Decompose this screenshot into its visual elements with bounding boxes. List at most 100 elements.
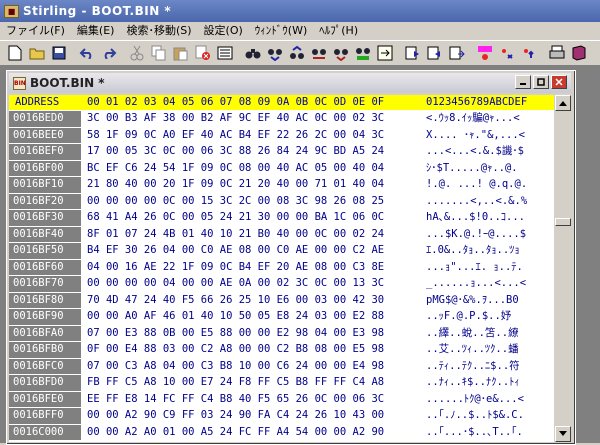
row-ascii[interactable]: ..ﾃｨ..ﾃｸ..ﾆ$..符 — [426, 359, 520, 375]
find-hex-icon[interactable] — [309, 43, 329, 63]
hex-row[interactable]: 0016BEF0 17 00 05 3C 0C 00 06 3C 88 26 84… — [9, 144, 554, 160]
row-ascii[interactable]: hA､&...$!0..ｺ... — [426, 210, 525, 226]
row-hex-bytes[interactable]: EE FF E8 14 FC FF C4 B8 40 F5 65 26 0C 0… — [87, 392, 384, 408]
hex-row[interactable]: 0016BF80 70 4D 47 24 40 F5 66 26 25 10 E6… — [9, 292, 554, 309]
menu-help[interactable]: ﾍﾙﾌﾟ(H) — [313, 23, 364, 39]
scroll-down-button[interactable] — [555, 426, 571, 442]
hex-row[interactable]: 0016BFF0 00 00 A2 90 C9 FF 03 24 90 FA C4… — [9, 408, 554, 424]
close-button[interactable] — [551, 75, 567, 89]
row-hex-bytes[interactable]: 21 80 40 00 20 1F 09 0C 21 20 40 00 71 0… — [87, 177, 384, 193]
macro-icon[interactable] — [475, 43, 495, 63]
row-hex-bytes[interactable]: 00 00 A2 A0 01 00 A5 24 FC FF A4 54 00 0… — [87, 425, 384, 441]
row-hex-bytes[interactable]: 8F 01 07 24 4B 01 40 10 21 B0 40 00 0C 0… — [87, 227, 384, 243]
row-hex-bytes[interactable]: 58 1F 09 0C A0 EF 40 AC B4 EF 22 26 2C 0… — [87, 128, 384, 144]
row-ascii[interactable]: !.@. ...! @.q.@. — [426, 177, 527, 193]
new-file-icon[interactable] — [5, 43, 25, 63]
hex-row[interactable]: 0016BFE0 EE FF E8 14 FC FF C4 B8 40 F5 65… — [9, 391, 554, 408]
run-macro-icon[interactable] — [519, 43, 539, 63]
row-hex-bytes[interactable]: 00 00 00 00 0C 00 15 3C 2C 00 08 3C 98 2… — [87, 194, 384, 210]
hex-row[interactable]: 0016BFD0 FB FF C5 A8 10 00 E7 24 F8 FF C5… — [9, 375, 554, 391]
row-ascii[interactable]: ..｢.ﾉ..$..ﾄ$&.C. — [426, 408, 524, 424]
row-ascii[interactable]: ｼ･$T.....@ｬ..@. — [426, 161, 518, 177]
select-icon[interactable] — [215, 43, 235, 63]
row-hex-bytes[interactable]: 04 00 16 AE 22 1F 09 0C B4 EF 20 AE 08 0… — [87, 260, 384, 276]
row-hex-bytes[interactable]: B4 EF 30 26 04 00 C0 AE 08 00 C0 AE 00 0… — [87, 243, 384, 259]
hex-row[interactable]: 0016BF30 68 41 A4 26 0C 00 05 24 21 30 00… — [9, 210, 554, 226]
menu-window[interactable]: ｳｨﾝﾄﾞｳ(W) — [249, 23, 313, 39]
find-icon[interactable] — [243, 43, 263, 63]
hex-row[interactable]: 0016BF20 00 00 00 00 0C 00 15 3C 2C 00 08… — [9, 193, 554, 210]
open-folder-icon[interactable] — [27, 43, 47, 63]
row-hex-bytes[interactable]: 07 00 E3 88 0B 00 E5 88 00 00 E2 98 04 0… — [87, 326, 384, 342]
find-prev-icon[interactable] — [287, 43, 307, 63]
delete-icon[interactable] — [193, 43, 213, 63]
document-title-bar[interactable]: BIN BOOT.BIN * — [9, 73, 571, 93]
scroll-up-button[interactable] — [555, 95, 571, 111]
hex-grid[interactable]: ADDRESS 00 01 02 03 04 05 06 07 08 09 0A… — [9, 95, 554, 442]
minimize-button[interactable] — [515, 75, 531, 89]
menu-file[interactable]: ファイル(F) — [0, 23, 71, 39]
find-hex-next-icon[interactable] — [331, 43, 351, 63]
redo-icon[interactable] — [99, 43, 119, 63]
scroll-thumb[interactable] — [555, 218, 571, 226]
row-hex-bytes[interactable]: 68 41 A4 26 0C 00 05 24 21 30 00 00 BA 1… — [87, 210, 384, 226]
menu-edit[interactable]: 編集(E) — [71, 23, 121, 39]
hex-row[interactable]: 0016BED0 3C 00 B3 AF 38 00 B2 AF 9C EF 40… — [9, 111, 554, 127]
row-ascii[interactable]: ..ｯF.@.P.$..妤 — [426, 309, 511, 325]
row-ascii[interactable]: ｴ.0&..ﾀｮ..ﾀｮ..ﾂｮ — [426, 243, 520, 259]
hex-row[interactable]: 0016BF70 00 00 00 00 04 00 00 AE 0A 00 02… — [9, 276, 554, 292]
row-hex-bytes[interactable]: 0F 00 E4 88 03 00 C2 A8 00 00 C2 B8 08 0… — [87, 342, 384, 358]
row-ascii[interactable]: .......<,..<.&.% — [426, 194, 527, 210]
insert-mode-icon[interactable] — [403, 43, 423, 63]
move-icon[interactable] — [447, 43, 467, 63]
hex-row[interactable]: 0016BFB0 0F 00 E4 88 03 00 C2 A8 00 00 C2… — [9, 342, 554, 358]
row-ascii[interactable]: ..｢...･$..､T..｢. — [426, 425, 523, 441]
print-icon[interactable] — [547, 43, 567, 63]
row-ascii[interactable]: ......ﾄｸ@･e&...< — [426, 392, 524, 408]
hex-row[interactable]: 0016C000 00 00 A2 A0 01 00 A5 24 FC FF A4… — [9, 424, 554, 441]
find-next-icon[interactable] — [265, 43, 285, 63]
vertical-scrollbar[interactable] — [555, 95, 571, 442]
row-hex-bytes[interactable]: 00 00 A2 90 C9 FF 03 24 90 FA C4 24 26 1… — [87, 408, 384, 424]
hex-row[interactable]: 0016BFA0 07 00 E3 88 0B 00 E5 88 00 00 E2… — [9, 325, 554, 342]
row-hex-bytes[interactable]: 07 00 C3 A8 04 00 C3 B8 10 00 C6 24 00 0… — [87, 359, 384, 375]
hex-row[interactable]: 0016BF90 00 00 A0 AF 46 01 40 10 50 05 E8… — [9, 309, 554, 325]
hex-row[interactable]: 0016BF60 04 00 16 AE 22 1F 09 0C B4 EF 20… — [9, 259, 554, 276]
settings-book-icon[interactable] — [569, 43, 589, 63]
copy-icon[interactable] — [149, 43, 169, 63]
row-hex-bytes[interactable]: BC EF C6 24 54 1F 09 0C 08 00 40 AC 05 0… — [87, 161, 384, 177]
replace-icon[interactable] — [353, 43, 373, 63]
row-ascii[interactable]: ..ﾅｨ..ｷ$..ﾅｸ..ﾄｨ — [426, 375, 520, 391]
undo-icon[interactable] — [77, 43, 97, 63]
hex-row[interactable]: 0016BF40 8F 01 07 24 4B 01 40 10 21 B0 40… — [9, 226, 554, 243]
row-hex-bytes[interactable]: 17 00 05 3C 0C 00 06 3C 88 26 84 24 9C B… — [87, 144, 384, 160]
title-bar[interactable]: ■ Stirling - BOOT.BIN * — [0, 0, 600, 22]
row-ascii[interactable]: X.... ･ｬ."&,...< — [426, 128, 525, 144]
hex-row[interactable]: 0016BFC0 07 00 C3 A8 04 00 C3 B8 10 00 C6… — [9, 358, 554, 375]
row-hex-bytes[interactable]: 3C 00 B3 AF 38 00 B2 AF 9C EF 40 AC 0C 0… — [87, 111, 384, 127]
row-ascii[interactable]: ...ｮ"...ｴ. ｮ..ﾃ. — [426, 260, 523, 276]
maximize-button[interactable] — [533, 75, 549, 89]
hex-row[interactable]: 0016BF50 B4 EF 30 26 04 00 C0 AE 08 00 C0… — [9, 243, 554, 259]
hex-row[interactable]: 0016BEE0 58 1F 09 0C A0 EF 40 AC B4 EF 22… — [9, 127, 554, 144]
row-ascii[interactable]: _......ｮ...<...< — [426, 276, 526, 292]
cut-icon[interactable] — [127, 43, 147, 63]
menu-search[interactable]: 検索･移動(S) — [120, 23, 197, 39]
stop-macro-icon[interactable] — [497, 43, 517, 63]
row-hex-bytes[interactable]: 00 00 A0 AF 46 01 40 10 50 05 E8 24 03 0… — [87, 309, 384, 325]
row-ascii[interactable]: ...<...<.&.$譏･$ — [426, 144, 524, 160]
row-ascii[interactable]: ...$K.@.!ｰ@....$ — [426, 227, 526, 243]
row-ascii[interactable]: ..繹..蛻..笘..繚 — [426, 326, 519, 342]
hex-row[interactable]: 0016BF00 BC EF C6 24 54 1F 09 0C 08 00 40… — [9, 160, 554, 177]
menu-settings[interactable]: 設定(O) — [198, 23, 249, 39]
row-hex-bytes[interactable]: FB FF C5 A8 10 00 E7 24 F8 FF C5 B8 FF F… — [87, 375, 384, 391]
row-hex-bytes[interactable]: 00 00 00 00 04 00 00 AE 0A 00 02 3C 0C 0… — [87, 276, 384, 292]
row-ascii[interactable]: ..艾..ﾂｨ..ﾂｸ..蟠 — [426, 342, 519, 358]
overwrite-mode-icon[interactable] — [425, 43, 445, 63]
row-ascii[interactable]: <.ｳｯ8.ｲｯ騙@ｬ...< — [426, 111, 520, 127]
hex-row[interactable]: 0016BF10 21 80 40 00 20 1F 09 0C 21 20 40… — [9, 177, 554, 193]
paste-icon[interactable] — [171, 43, 191, 63]
row-ascii[interactable]: pMG$@･&%.ｦ...B0 — [426, 293, 519, 309]
row-hex-bytes[interactable]: 70 4D 47 24 40 F5 66 26 25 10 E6 00 03 0… — [87, 293, 384, 309]
save-icon[interactable] — [49, 43, 69, 63]
